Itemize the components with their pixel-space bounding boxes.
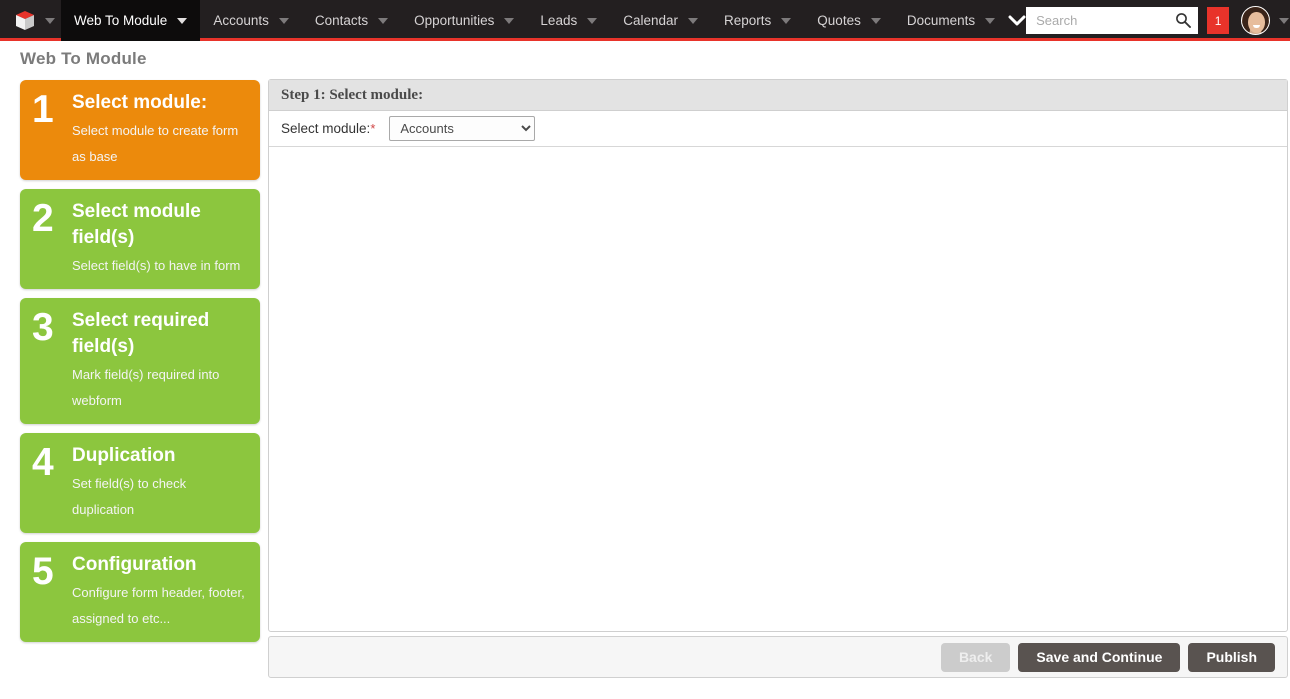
avatar[interactable] (1241, 6, 1271, 35)
nav-item-opportunities[interactable]: Opportunities (401, 0, 527, 41)
sidebar-step-4[interactable]: 4 Duplication Set field(s) to check dupl… (20, 433, 260, 533)
top-navbar: Web To Module Accounts Contacts Opportun… (0, 0, 1290, 41)
chevron-down-icon[interactable] (781, 17, 792, 24)
nav-item-leads[interactable]: Leads (527, 0, 610, 41)
chevron-down-icon[interactable] (688, 17, 699, 24)
chevron-down-icon[interactable] (278, 17, 289, 24)
nav-label: Reports (724, 13, 772, 28)
step-number: 3 (32, 306, 54, 349)
sidebar-step-2[interactable]: 2 Select module field(s) Select field(s)… (20, 189, 260, 289)
select-module-dropdown[interactable]: AccountsContactsLeadsOpportunitiesQuotes (389, 116, 536, 141)
save-and-continue-button[interactable]: Save and Continue (1018, 642, 1181, 672)
nav-item-quotes[interactable]: Quotes (804, 0, 894, 41)
select-module-form-row: Select module:* AccountsContactsLeadsOpp… (269, 111, 1287, 147)
step-header-title: Step 1: Select module: (269, 80, 1287, 111)
chevron-down-icon[interactable] (985, 17, 996, 24)
nav-label: Web To Module (74, 13, 168, 28)
step-number: 4 (32, 441, 54, 484)
nav-label: Opportunities (414, 13, 495, 28)
sidebar-step-1[interactable]: 1 Select module: Select module to create… (20, 80, 260, 180)
app-logo[interactable] (0, 0, 61, 41)
user-menu[interactable] (1241, 6, 1290, 35)
sidebar-step-5[interactable]: 5 Configuration Configure form header, f… (20, 542, 260, 642)
nav-item-documents[interactable]: Documents (894, 0, 1008, 41)
logo-chevron-down-icon[interactable] (45, 17, 55, 24)
search-box[interactable] (1026, 7, 1199, 34)
chevron-down-icon[interactable] (177, 17, 188, 24)
notification-badge[interactable]: 1 (1207, 7, 1230, 34)
nav-label: Calendar (623, 13, 679, 28)
search-input[interactable] (1034, 12, 1175, 29)
step-description: Select module to create form as base (72, 123, 239, 164)
step-description: Set field(s) to check duplication (72, 476, 187, 517)
nav-item-accounts[interactable]: Accounts (200, 0, 302, 41)
step-description: Configure form header, footer, assigned … (72, 585, 245, 626)
main-content-panel: Step 1: Select module: Select module:* A… (268, 79, 1288, 632)
chevron-down-icon[interactable] (504, 17, 515, 24)
required-marker: * (370, 121, 376, 136)
nav-item-contacts[interactable]: Contacts (302, 0, 401, 41)
back-button[interactable]: Back (940, 642, 1011, 672)
notification-count: 1 (1214, 13, 1222, 28)
sidebar-step-3[interactable]: 3 Select required field(s) Mark field(s)… (20, 298, 260, 424)
step-wizard-sidebar: 1 Select module: Select module to create… (20, 80, 260, 651)
step-title: Select module field(s) (72, 201, 201, 248)
wizard-footer-bar: Back Save and Continue Publish (268, 636, 1288, 678)
step-title: Configuration (72, 554, 197, 575)
nav-label: Contacts (314, 13, 369, 28)
chevron-down-icon[interactable] (1279, 17, 1290, 24)
search-icon[interactable] (1175, 12, 1192, 33)
page-title: Web To Module (20, 49, 147, 68)
step-number: 2 (32, 197, 54, 240)
select-module-label: Select module:* (281, 121, 375, 136)
chevron-down-icon[interactable] (378, 17, 389, 24)
step-number: 5 (32, 550, 54, 593)
nav-label: Quotes (817, 13, 861, 28)
step-number: 1 (32, 88, 54, 131)
nav-item-web-to-module[interactable]: Web To Module (61, 0, 201, 41)
more-menu-chevron-down-icon[interactable] (1008, 0, 1026, 41)
step-description: Mark field(s) required into webform (72, 367, 220, 408)
nav-item-calendar[interactable]: Calendar (610, 0, 711, 41)
step-title: Duplication (72, 445, 176, 466)
step-title: Select module: (72, 92, 208, 113)
cube-logo-icon (14, 10, 36, 32)
nav-item-reports[interactable]: Reports (711, 0, 804, 41)
navbar-right-group: 1 (1026, 0, 1290, 41)
step-description: Select field(s) to have in form (72, 258, 241, 273)
nav-label: Accounts (213, 13, 269, 28)
chevron-down-icon[interactable] (870, 17, 881, 24)
nav-label: Documents (906, 13, 976, 28)
step-title: Select required field(s) (72, 310, 210, 357)
chevron-down-icon[interactable] (587, 17, 598, 24)
nav-label: Leads (540, 13, 578, 28)
select-module-label-text: Select module: (281, 121, 371, 136)
publish-button[interactable]: Publish (1188, 642, 1275, 672)
